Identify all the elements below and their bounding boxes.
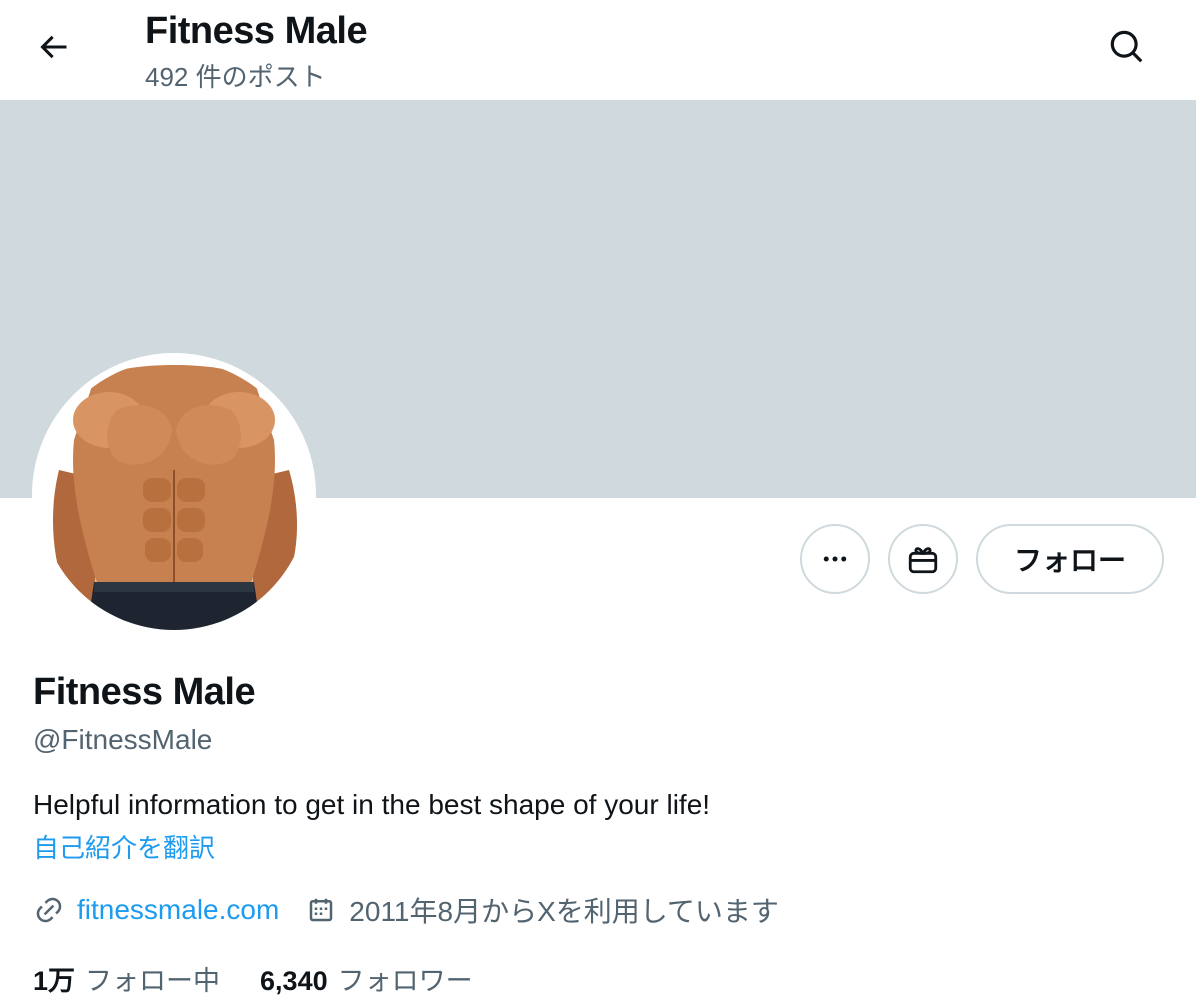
gift-icon	[908, 547, 938, 574]
followers-stat[interactable]: 6,340 フォロワー	[260, 959, 473, 998]
header-title: Fitness Male	[145, 10, 368, 52]
follow-stats: 1万 フォロー中 6,340 フォロワー	[33, 958, 513, 998]
search-icon	[1110, 30, 1143, 63]
following-label: フォロー中	[85, 965, 221, 996]
header-post-count: 492 件のポスト	[145, 62, 326, 92]
following-stat[interactable]: 1万 フォロー中	[33, 959, 220, 998]
arrow-left-icon	[40, 35, 67, 59]
profile-handle: @FitnessMale	[33, 724, 213, 755]
translate-bio-link[interactable]: 自己紹介を翻訳	[33, 830, 215, 866]
joined-item: 2011年8月からXを利用しています	[305, 890, 779, 930]
calendar-icon	[305, 894, 337, 926]
profile-bio: Helpful information to get in the best s…	[33, 789, 711, 820]
website-link[interactable]: fitnessmale.com	[77, 894, 279, 926]
joined-date: 2011年8月からXを利用しています	[349, 896, 779, 927]
back-button[interactable]	[24, 18, 82, 76]
link-icon	[33, 894, 65, 926]
website-item: fitnessmale.com	[33, 894, 279, 926]
follow-button[interactable]: フォロー	[976, 524, 1164, 594]
search-button[interactable]	[1098, 18, 1156, 76]
avatar-image	[39, 360, 309, 630]
more-button[interactable]	[800, 524, 870, 594]
profile-header-bar: Fitness Male 492 件のポスト	[0, 0, 1196, 100]
more-horizontal-icon	[823, 556, 847, 562]
avatar[interactable]	[32, 353, 316, 637]
followers-label: フォロワー	[337, 965, 473, 996]
gift-button[interactable]	[888, 524, 958, 594]
following-count: 1万	[33, 965, 76, 996]
profile-display-name: Fitness Male	[33, 671, 256, 713]
followers-count: 6,340	[260, 965, 328, 996]
profile-meta: fitnessmale.com 2011年8月からXを利用しています	[33, 890, 805, 930]
